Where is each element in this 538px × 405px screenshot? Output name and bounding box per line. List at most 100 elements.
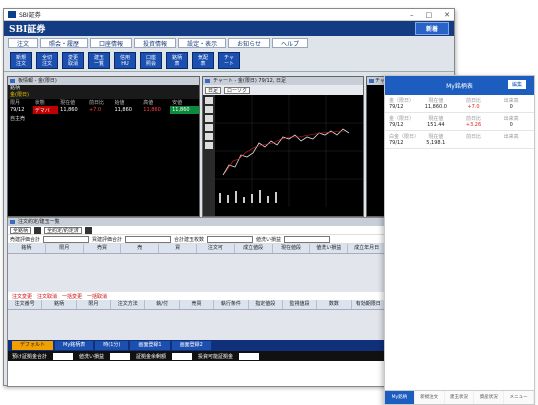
summary-value: [239, 352, 260, 360]
watchlist-row[interactable]: 白金（限日） 79/12 現在値 5,198.1 前日比 出来高: [385, 131, 534, 149]
toolbar-button[interactable]: 建玉 一覧: [88, 52, 110, 69]
toolbar-button[interactable]: 気配 表: [192, 52, 214, 69]
menu-item[interactable]: 注文: [8, 38, 39, 48]
column-header[interactable]: 注文番号: [8, 300, 43, 309]
column-header[interactable]: 成立年月日: [348, 244, 386, 253]
minimize-icon[interactable]: –: [410, 11, 414, 19]
order-link[interactable]: 注文変更: [12, 293, 32, 300]
contract-month: 79/12: [389, 122, 404, 128]
quote-header: 高値: [143, 100, 154, 106]
summary-label: 証拠金余剰額: [136, 353, 167, 360]
chart-type-select[interactable]: ローソク: [224, 86, 251, 94]
fib-icon[interactable]: [205, 124, 213, 131]
edit-button[interactable]: 編集: [507, 80, 526, 89]
mobile-bottom-nav: My銘柄 新規注文 建玉状況 資産状況 メニュー: [385, 390, 534, 404]
watchlist-row[interactable]: 金（限日） 79/12 現在値 11,860.0 前日比 +7.0 出来高 0: [385, 95, 534, 113]
candlestick-chart[interactable]: [215, 95, 363, 207]
chart-controls: 日足 ローソク: [203, 85, 363, 95]
chevron-down-icon[interactable]: [84, 226, 92, 234]
brand-logo: SBI証券: [9, 25, 46, 35]
column-header[interactable]: 執行条件: [214, 300, 249, 309]
column-header[interactable]: 現在値段: [273, 244, 311, 253]
quote-panel-symbol[interactable]: 金(限日): [8, 92, 199, 99]
column-header[interactable]: 売買: [180, 300, 215, 309]
crosshair-icon[interactable]: [205, 97, 213, 104]
cell-label: 出来高: [503, 98, 519, 104]
toolbar-button[interactable]: チャ ート: [218, 52, 240, 69]
toolbar-button[interactable]: 信用 HU: [114, 52, 136, 69]
window-titlebar: SBI証券 – □ ✕: [4, 9, 454, 21]
toolbar-button[interactable]: 変更 取消: [62, 52, 84, 69]
column-header[interactable]: 売: [121, 244, 160, 253]
menu-item[interactable]: 設定・表示: [178, 38, 227, 48]
workspace-tab[interactable]: デフォルト: [12, 341, 54, 350]
column-header[interactable]: 指定値段: [249, 300, 283, 309]
zoom-icon[interactable]: [205, 115, 213, 122]
column-header[interactable]: 注文方法: [111, 300, 146, 309]
stat-label: 買建評価合計: [92, 236, 123, 243]
nav-tab[interactable]: 建玉状況: [445, 391, 475, 404]
toolbar-button[interactable]: 銘柄 表: [166, 52, 188, 69]
workspace-tab[interactable]: 画面登録2: [171, 341, 211, 350]
column-header[interactable]: 値洗い損益: [310, 244, 349, 253]
status-filter-select[interactable]: 全約定/約定済: [44, 226, 82, 234]
watchlist-symbol: 金（限日） 79/12: [389, 115, 417, 128]
column-header[interactable]: 限月: [77, 300, 112, 309]
order-link[interactable]: 一括変更: [62, 293, 82, 300]
quote-row[interactable]: 79/12 デマバ 11,860 +7.0 11,860 11,860 11,8…: [8, 106, 199, 114]
watchlist-row[interactable]: 金（限日） 79/12 現在値 151.44 前日比 +3.26 出来高 0: [385, 113, 534, 131]
column-header[interactable]: 有効期限日: [352, 300, 386, 309]
workspace-tab[interactable]: My銘柄表: [55, 341, 94, 350]
column-header[interactable]: 数数: [317, 300, 352, 309]
nav-tab[interactable]: 資産状況: [474, 391, 505, 404]
summary-value: [172, 352, 193, 360]
chevron-down-icon[interactable]: [34, 226, 42, 234]
chart-period-select[interactable]: 日足: [205, 86, 222, 94]
toolbar-button[interactable]: 新規 注文: [10, 52, 32, 69]
maximize-icon[interactable]: □: [426, 11, 433, 19]
new-notice-button[interactable]: 新着: [414, 22, 449, 35]
chart-tool-sidebar: [203, 95, 215, 216]
menu-item[interactable]: 照会・履歴: [40, 38, 89, 48]
close-icon[interactable]: ✕: [444, 11, 450, 19]
nav-tab[interactable]: メニュー: [504, 391, 534, 404]
column-header[interactable]: 銘柄: [8, 244, 46, 253]
workspace-tab[interactable]: 時(1分): [95, 341, 129, 350]
column-header[interactable]: 銘柄: [42, 300, 77, 309]
text-tool-icon[interactable]: [205, 133, 213, 140]
watchlist-cell: 出来高: [492, 133, 530, 146]
quote-cell-high: 11,860: [143, 107, 161, 113]
line-tool-icon[interactable]: [205, 106, 213, 113]
watchlist-cell: 前日比 +7.0: [455, 97, 493, 110]
cell-label: 出来高: [503, 116, 519, 122]
menu-item[interactable]: お知らせ: [228, 38, 270, 48]
column-header[interactable]: 成立値段: [235, 244, 273, 253]
toolbar-button[interactable]: 口座 照会: [140, 52, 162, 69]
menu-item[interactable]: 投資情報: [134, 38, 177, 48]
chart-panel-title: チャート - 金(限日) 79/12, 日足: [203, 77, 363, 85]
column-header[interactable]: 監視値段: [283, 300, 318, 309]
order-link[interactable]: 一括取消: [87, 293, 107, 300]
column-header[interactable]: 買: [159, 244, 197, 253]
order-action-links: 注文変更 注文取消 一括変更 一括取消: [8, 292, 386, 300]
watchlist-cell: 出来高 0: [492, 97, 530, 110]
stat-label: 合計建玉枚数: [174, 236, 205, 243]
cell-value: 151.44: [427, 122, 445, 128]
column-header[interactable]: 注文可: [197, 244, 235, 253]
mobile-app-screen: My銘柄表 編集 金（限日） 79/12 現在値 11,860.0 前日比 +7.0 出来高…: [384, 75, 535, 405]
nav-tab[interactable]: 新規注文: [415, 391, 445, 404]
quote-cell-change: +7.0: [88, 107, 102, 113]
quote-cell-month: 79/12: [10, 107, 25, 113]
erase-icon[interactable]: [205, 142, 213, 149]
column-header[interactable]: 売買: [84, 244, 122, 253]
menu-item[interactable]: ヘルプ: [271, 38, 308, 48]
column-header[interactable]: 執/付: [145, 300, 180, 309]
toolbar-button[interactable]: 全切 注文: [36, 52, 58, 69]
column-header[interactable]: 限月: [46, 244, 84, 253]
workspace-tab[interactable]: 画面登録1: [130, 341, 170, 350]
order-link[interactable]: 注文取消: [37, 293, 57, 300]
symbol-filter-select[interactable]: 全銘柄: [10, 226, 32, 234]
nav-tab[interactable]: My銘柄: [385, 391, 415, 404]
menu-item[interactable]: 口座情報: [90, 38, 133, 48]
main-menu: 注文 照会・履歴 口座情報 投資情報 設定・表示 お知らせ ヘルプ: [4, 36, 454, 50]
